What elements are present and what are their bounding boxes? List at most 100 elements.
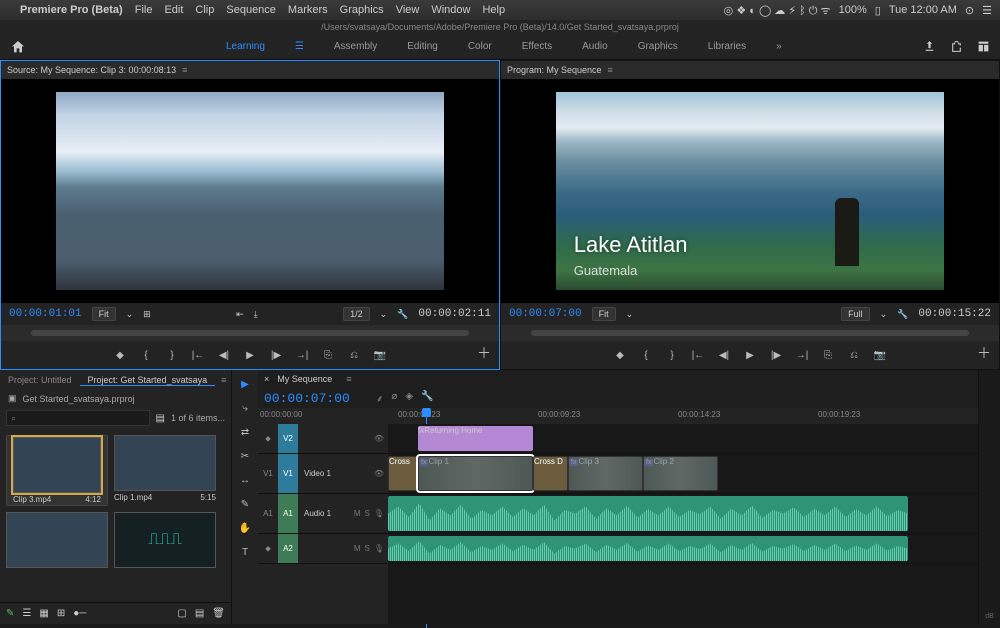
spotlight-icon[interactable]: ⊙ [965, 4, 974, 17]
step-back-icon[interactable]: ◀| [216, 347, 232, 363]
program-timebar[interactable] [501, 325, 999, 341]
export-frame-icon[interactable]: 📷 [372, 347, 388, 363]
source-settings-icon[interactable]: 🔧 [397, 309, 408, 320]
play-icon[interactable]: ▶ [242, 347, 258, 363]
a2-mute-icon[interactable]: M [354, 544, 361, 553]
a1-clip[interactable] [388, 496, 908, 531]
quick-export-icon[interactable] [950, 40, 963, 53]
program-chevron2-icon[interactable]: ⌄ [880, 309, 888, 320]
program-viewer[interactable]: Lake Atitlan Guatemala [501, 79, 999, 303]
ws-color[interactable]: Color [468, 41, 492, 52]
insert-icon[interactable]: ⎘ [320, 347, 336, 363]
ws-overflow[interactable]: » [776, 41, 782, 52]
ws-editing[interactable]: Editing [407, 41, 438, 52]
step-fwd-icon[interactable]: |▶ [268, 347, 284, 363]
workspace-layout-icon[interactable] [977, 40, 990, 53]
p-step-fwd-icon[interactable]: |▶ [768, 347, 784, 363]
ws-menu-icon[interactable]: ☰ [295, 41, 304, 52]
ws-learning[interactable]: Learning [226, 41, 265, 52]
ws-graphics[interactable]: Graphics [638, 41, 678, 52]
ws-audio[interactable]: Audio [582, 41, 608, 52]
v1-crossdissolve[interactable]: Cross D [533, 456, 568, 491]
timeline-panel-menu[interactable]: ≡ [346, 374, 351, 384]
p-lift-icon[interactable]: ⎘ [820, 347, 836, 363]
a2-patch[interactable]: A2 [278, 534, 298, 563]
razor-tool[interactable]: ✂ [237, 448, 253, 464]
source-fit-select[interactable]: Fit [92, 307, 116, 321]
a2-rec-icon[interactable]: 🎙 [374, 544, 384, 553]
title-clip[interactable]: fxReturning Home [418, 426, 533, 451]
menu-view[interactable]: View [396, 4, 420, 16]
p-extract-icon[interactable]: ⎌ [846, 347, 862, 363]
v2-patch[interactable]: V2 [278, 424, 298, 453]
mark-in-icon[interactable]: { [138, 347, 154, 363]
menu-window[interactable]: Window [431, 4, 470, 16]
mark-out-icon[interactable]: } [164, 347, 180, 363]
menu-graphics[interactable]: Graphics [340, 4, 384, 16]
program-in-tc[interactable]: 00:00:07:00 [509, 308, 582, 320]
source-insert-icon[interactable]: ⇤ [236, 309, 244, 320]
ws-effects[interactable]: Effects [522, 41, 552, 52]
menu-file[interactable]: File [135, 4, 153, 16]
a1-mute-icon[interactable]: M [354, 509, 361, 518]
a1-patch[interactable]: A1 [278, 494, 298, 533]
v2-eye-icon[interactable]: 👁 [374, 434, 384, 443]
p-step-back-icon[interactable]: ◀| [716, 347, 732, 363]
source-safe-icon[interactable]: ⊞ [143, 309, 151, 320]
menu-edit[interactable]: Edit [164, 4, 183, 16]
project-filter-icon[interactable]: ▤ [156, 413, 165, 424]
project-tab-active[interactable]: Project: Get Started_svatsaya [80, 375, 216, 386]
tl-settings-icon[interactable]: 🔧 [421, 391, 433, 405]
v1-clip1[interactable]: fxClip 1 Returning Home [418, 456, 533, 491]
icon-view-icon[interactable]: ▦ [39, 608, 48, 619]
freeform-view-icon[interactable]: ⊞ [57, 608, 65, 619]
ripple-tool[interactable]: ⇄ [237, 424, 253, 440]
menu-extra-icon[interactable]: ☰ [982, 4, 992, 17]
app-menu[interactable]: Premiere Pro (Beta) [20, 4, 123, 16]
p-mark-out-icon[interactable]: } [664, 347, 680, 363]
selection-tool[interactable]: ▶ [237, 376, 253, 392]
ws-assembly[interactable]: Assembly [334, 41, 377, 52]
new-item-plus-icon[interactable]: ▤ [195, 608, 204, 619]
close-seq-icon[interactable]: × [264, 374, 269, 384]
program-panel-menu[interactable]: ≡ [608, 65, 613, 75]
v1-clip-cross[interactable]: Cross [388, 456, 418, 491]
program-settings-icon[interactable]: 🔧 [897, 309, 908, 320]
menu-markers[interactable]: Markers [288, 4, 328, 16]
timeline-tc[interactable]: 00:00:07:00 [264, 391, 350, 406]
slip-tool[interactable]: ↔ [237, 472, 253, 488]
source-overwrite-icon[interactable]: ⤓ [254, 309, 258, 320]
p-mark-in-icon[interactable]: { [638, 347, 654, 363]
ws-libraries[interactable]: Libraries [708, 41, 746, 52]
source-timebar[interactable] [1, 325, 499, 341]
p-go-out-icon[interactable]: →| [794, 347, 810, 363]
share-icon[interactable] [923, 40, 936, 53]
list-view-icon[interactable]: ☰ [22, 608, 31, 619]
a2-solo-icon[interactable]: S [365, 544, 370, 553]
a1-src-patch[interactable]: A1 [258, 509, 278, 518]
a1-solo-icon[interactable]: S [365, 509, 370, 518]
marker-add-icon[interactable]: ◈ [405, 391, 413, 405]
v1-clip3[interactable]: fxClip 3 [568, 456, 643, 491]
marker-icon[interactable]: ◆ [112, 347, 128, 363]
a2-clip[interactable] [388, 536, 908, 561]
go-in-icon[interactable]: |← [190, 347, 206, 363]
source-button-editor[interactable]: ＋ [477, 343, 491, 363]
type-tool[interactable]: T [237, 544, 253, 560]
home-button[interactable] [10, 39, 26, 55]
v1-patch[interactable]: V1 [278, 454, 298, 493]
project-search-input[interactable] [6, 410, 150, 426]
a1-rec-icon[interactable]: 🎙 [374, 509, 384, 518]
project-panel-menu[interactable]: ≡ [221, 375, 226, 385]
sequence-name[interactable]: My Sequence [277, 374, 332, 384]
track-area[interactable]: fxReturning Home Cross fxClip 1 Returnin… [388, 424, 978, 624]
program-chevron-icon[interactable]: ⌄ [626, 309, 634, 320]
source-chevron2-icon[interactable]: ⌄ [380, 309, 388, 320]
p-marker-icon[interactable]: ◆ [612, 347, 628, 363]
v1-src-patch[interactable]: V1 [258, 469, 278, 478]
link-icon[interactable]: ⌀ [391, 391, 397, 405]
project-tab-untitled[interactable]: Project: Untitled [0, 375, 80, 385]
program-res-select[interactable]: Full [841, 307, 870, 321]
menu-clip[interactable]: Clip [195, 4, 214, 16]
source-in-tc[interactable]: 00:00:01:01 [9, 308, 82, 320]
